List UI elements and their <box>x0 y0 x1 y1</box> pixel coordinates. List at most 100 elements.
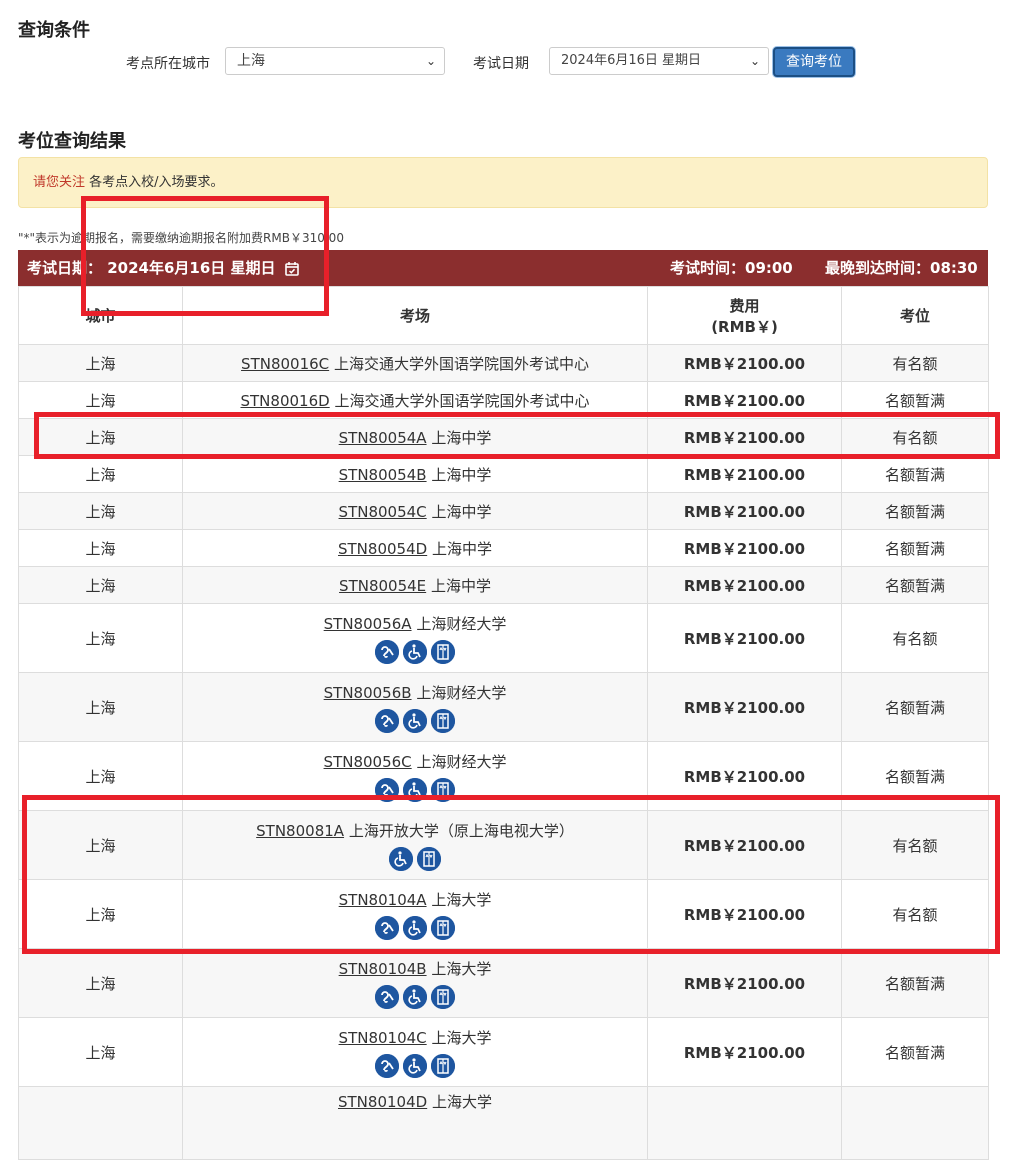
venue-code-link[interactable]: STN80054B <box>339 466 427 484</box>
city-cell: 上海 <box>18 603 183 673</box>
seat-status-cell: 有名额 <box>841 810 989 880</box>
city-cell: 上海 <box>18 810 183 880</box>
venue-name: 上海中学 <box>431 428 492 447</box>
table-row: 上海 STN80054A 上海中学 RMB￥2100.00 有名额 <box>18 418 989 456</box>
venue-cell: STN80054D 上海中学 <box>182 529 648 567</box>
ear-icon <box>375 1053 399 1078</box>
wheelchair-icon <box>403 708 427 733</box>
accessibility-icons <box>183 846 647 871</box>
seat-status-cell: 名额暂满 <box>841 566 989 604</box>
city-cell: 上海 <box>18 672 183 742</box>
search-seat-button[interactable]: 查询考位 <box>773 47 855 77</box>
ear-icon <box>375 777 399 802</box>
accessibility-icons <box>183 1053 647 1078</box>
venue-name: 上海中学 <box>431 539 492 558</box>
venue-code-link[interactable]: STN80104B <box>339 960 427 978</box>
venue-name: 上海大学 <box>431 1093 492 1111</box>
venue-code-link[interactable]: STN80016C <box>241 355 329 373</box>
fee-cell: RMB￥2100.00 <box>647 381 842 419</box>
table-row: 上海 STN80054B 上海中学 RMB￥2100.00 名额暂满 <box>18 455 989 493</box>
fee-cell: RMB￥2100.00 <box>647 672 842 742</box>
city-cell: 上海 <box>18 344 183 382</box>
wheelchair-icon <box>403 915 427 940</box>
seat-status-cell: 名额暂满 <box>841 381 989 419</box>
venue-name: 上海交通大学外国语学院国外考试中心 <box>333 354 589 373</box>
venue-code-link[interactable]: STN80054D <box>338 540 427 558</box>
fee-header-unit: (RMB￥) <box>711 317 778 336</box>
fee-cell: RMB￥2100.00 <box>647 455 842 493</box>
seat-status-cell: 有名额 <box>841 879 989 949</box>
venue-cell: STN80054B 上海中学 <box>182 455 648 493</box>
accessibility-icons <box>183 708 647 733</box>
venue-cell: STN80104B 上海大学 <box>182 948 648 1018</box>
notice-text: 各考点入校/入场要求。 <box>85 175 224 190</box>
venue-name: 上海财经大学 <box>416 752 507 771</box>
venue-code-link[interactable]: STN80104D <box>338 1093 427 1111</box>
venue-code-link[interactable]: STN80104C <box>339 1029 427 1047</box>
venue-code-link[interactable]: STN80056C <box>324 753 412 771</box>
results-table: 城市 考场 费用 (RMB￥) 考位 上海 STN80016C 上海交通大学外国语… <box>18 286 989 1160</box>
seat-status-cell: 名额暂满 <box>841 1017 989 1087</box>
city-cell: 上海 <box>18 566 183 604</box>
city-cell: 上海 <box>18 492 183 530</box>
calendar-icon[interactable] <box>284 250 300 286</box>
venue-cell: STN80056B 上海财经大学 <box>182 672 648 742</box>
wheelchair-icon <box>403 777 427 802</box>
venue-cell: STN80016D 上海交通大学外国语学院国外考试中心 <box>182 381 648 419</box>
venue-code-link[interactable]: STN80056A <box>324 615 412 633</box>
wheelchair-icon <box>389 846 413 871</box>
accessibility-icons <box>183 915 647 940</box>
city-label: 考点所在城市 <box>126 56 210 72</box>
elevator-icon <box>431 1053 455 1078</box>
wheelchair-icon <box>403 1053 427 1078</box>
fee-cell: RMB￥2100.00 <box>647 948 842 1018</box>
seat-status-cell <box>841 1086 989 1160</box>
chevron-down-icon: ⌄ <box>425 54 436 68</box>
venue-code-link[interactable]: STN80056B <box>324 684 412 702</box>
table-row: 上海 STN80016C 上海交通大学外国语学院国外考试中心 RMB￥2100.00… <box>18 344 989 382</box>
venue-cell: STN80104A 上海大学 <box>182 879 648 949</box>
venue-code-link[interactable]: STN80104A <box>339 891 427 909</box>
venue-cell: STN80054E 上海中学 <box>182 566 648 604</box>
date-label: 考试日期 <box>473 56 529 72</box>
city-cell <box>18 1086 183 1160</box>
seat-status-cell: 名额暂满 <box>841 529 989 567</box>
venue-code-link[interactable]: STN80016D <box>241 392 330 410</box>
accessibility-icons <box>183 984 647 1009</box>
city-cell: 上海 <box>18 741 183 811</box>
date-select[interactable]: 2024年6月16日 星期日 ⌄ <box>549 47 769 75</box>
fee-column-header: 费用 (RMB￥) <box>647 286 842 345</box>
table-row: 上海 STN80104A 上海大学 RMB￥2100.00 有名额 <box>18 879 989 949</box>
table-row: 上海 STN80054D 上海中学 RMB￥2100.00 名额暂满 <box>18 529 989 567</box>
fee-cell: RMB￥2100.00 <box>647 529 842 567</box>
venue-code-link[interactable]: STN80054C <box>339 503 427 521</box>
venue-cell: STN80104C 上海大学 <box>182 1017 648 1087</box>
fee-cell: RMB￥2100.00 <box>647 603 842 673</box>
venue-code-link[interactable]: STN80081A <box>256 822 344 840</box>
wheelchair-icon <box>403 639 427 664</box>
table-row: 上海 STN80104C 上海大学 RMB￥2100.00 名额暂满 <box>18 1017 989 1087</box>
venue-name: 上海中学 <box>431 502 492 521</box>
table-row: 上海 STN80104B 上海大学 RMB￥2100.00 名额暂满 <box>18 948 989 1018</box>
city-select[interactable]: 上海 ⌄ <box>225 47 445 75</box>
fee-cell: RMB￥2100.00 <box>647 344 842 382</box>
fee-cell <box>647 1086 842 1160</box>
venue-code-link[interactable]: STN80054A <box>339 429 427 447</box>
accessibility-icons <box>183 777 647 802</box>
city-cell: 上海 <box>18 381 183 419</box>
city-cell: 上海 <box>18 879 183 949</box>
table-row: STN80104D 上海大学 <box>18 1086 989 1160</box>
venue-cell: STN80054C 上海中学 <box>182 492 648 530</box>
table-row: 上海 STN80056C 上海财经大学 RMB￥2100.00 名额暂满 <box>18 741 989 811</box>
city-cell: 上海 <box>18 1017 183 1087</box>
notice-banner: 请您关注 各考点入校/入场要求。 <box>18 157 988 208</box>
venue-name: 上海中学 <box>430 576 491 595</box>
exam-date-bar: 考试日期： 2024年6月16日 星期日 考试时间：09:00 最晚到达时间：0… <box>18 250 988 286</box>
wheelchair-icon <box>403 984 427 1009</box>
seat-status-cell: 有名额 <box>841 603 989 673</box>
notice-highlight[interactable]: 请您关注 <box>33 175 85 190</box>
venue-code-link[interactable]: STN80054E <box>339 577 426 595</box>
query-section-title: 查询条件 <box>18 20 90 41</box>
elevator-icon <box>431 915 455 940</box>
table-header-row: 城市 考场 费用 (RMB￥) 考位 <box>18 286 989 345</box>
